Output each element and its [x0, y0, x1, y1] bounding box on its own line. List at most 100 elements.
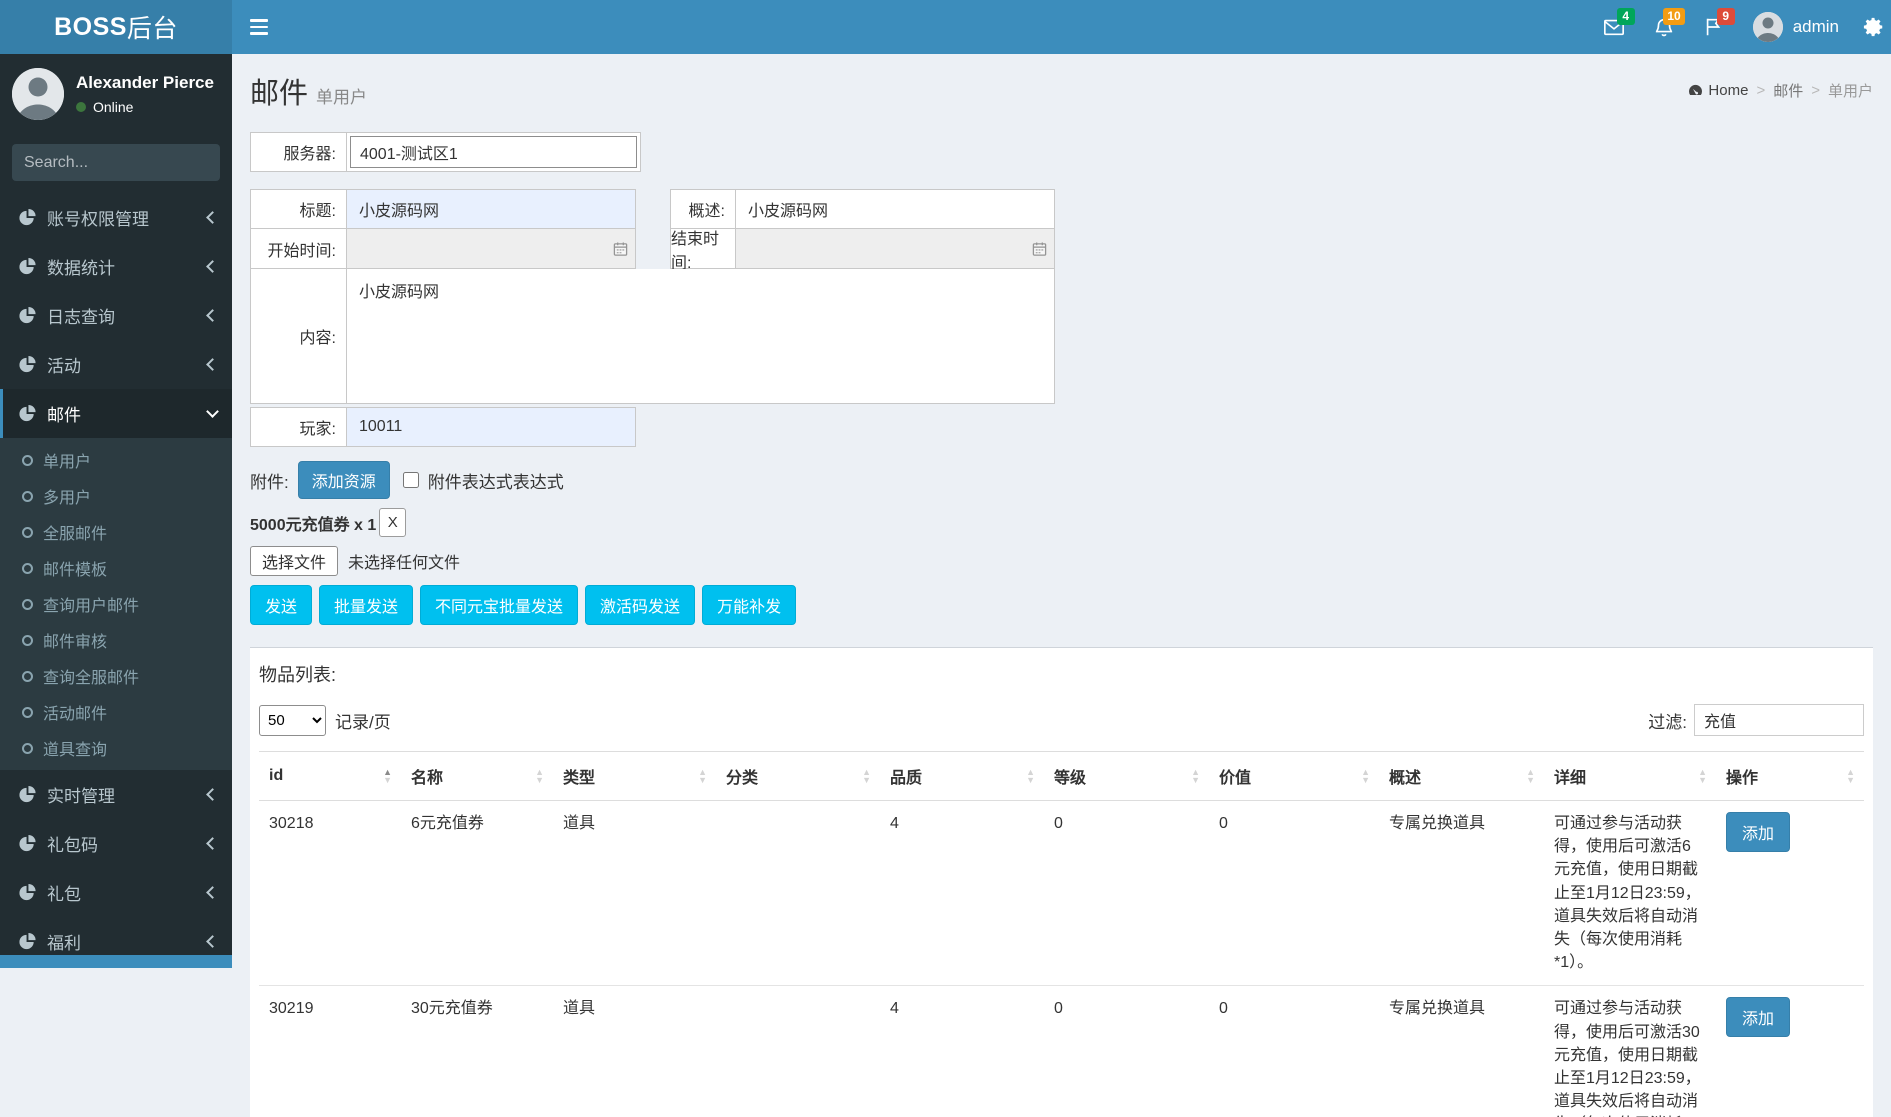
column-header-type[interactable]: 类型▲▼: [553, 752, 716, 801]
submenu-item-single-user[interactable]: 单用户: [0, 442, 232, 478]
sidebar-partial-item[interactable]: [0, 955, 232, 968]
sidebar-item-giftpack-code[interactable]: 礼包码: [0, 819, 232, 868]
page-subtitle: 单用户: [316, 88, 367, 107]
submenu-item-item-query[interactable]: 道具查询: [0, 730, 232, 766]
add-item-button[interactable]: 添加: [1726, 997, 1790, 1037]
page-size-select[interactable]: 50: [259, 705, 326, 736]
pie-chart-icon: [18, 932, 37, 951]
cell-value: 0: [1209, 986, 1379, 1117]
sidebar-item-realtime-management[interactable]: 实时管理: [0, 770, 232, 819]
sidebar-user-status[interactable]: Online: [76, 99, 214, 115]
send-button[interactable]: 发送: [250, 585, 312, 625]
messages-menu[interactable]: 4: [1589, 0, 1639, 54]
player-input[interactable]: 10011: [347, 407, 636, 447]
chevron-left-icon: [206, 788, 219, 801]
attachment-row: 附件: 添加资源 附件表达式表达式: [250, 461, 1873, 499]
cell-id: 30218: [259, 801, 401, 986]
cell-detail: 可通过参与活动获得，使用后可激活30元充值，使用日期截止至1月12日23:59，…: [1544, 986, 1716, 1117]
chevron-left-icon: [206, 358, 219, 371]
chevron-left-icon: [206, 935, 219, 948]
summary-input[interactable]: 小皮源码网: [736, 189, 1055, 229]
submenu-item-all-server-mail[interactable]: 全服邮件: [0, 514, 232, 550]
sidebar-toggle-icon[interactable]: [232, 0, 286, 54]
items-table: id▲▼ 名称▲▼ 类型▲▼ 分类▲▼ 品质▲▼ 等级▲▼ 价值▲▼ 概述▲▼ …: [259, 751, 1864, 1117]
circle-icon: [22, 671, 33, 682]
sidebar-avatar: [12, 68, 64, 120]
circle-icon: [22, 527, 33, 538]
sidebar-item-log-query[interactable]: 日志查询: [0, 291, 232, 340]
breadcrumb-home-link[interactable]: Home: [1688, 82, 1748, 99]
sidebar-item-data-statistics[interactable]: 数据统计: [0, 242, 232, 291]
attachment-chip-row: 5000元充值券 x 1 X: [250, 508, 1873, 537]
sidebar-user-panel: Alexander Pierce Online: [0, 54, 232, 134]
chevron-left-icon: [206, 886, 219, 899]
submenu-item-mail-review[interactable]: 邮件审核: [0, 622, 232, 658]
sort-icon: ▲▼: [1526, 768, 1535, 784]
remove-attachment-button[interactable]: X: [379, 508, 406, 537]
submenu-item-activity-mail[interactable]: 活动邮件: [0, 694, 232, 730]
column-header-level[interactable]: 等级▲▼: [1044, 752, 1209, 801]
activation-code-send-button[interactable]: 激活码发送: [585, 585, 695, 625]
pie-chart-icon: [18, 257, 37, 276]
column-header-detail[interactable]: 详细▲▼: [1544, 752, 1716, 801]
logo-bold-text: BOSS: [54, 13, 127, 42]
cell-value: 0: [1209, 801, 1379, 986]
add-resource-button[interactable]: 添加资源: [298, 461, 390, 499]
submenu-item-query-all-server-mail[interactable]: 查询全服邮件: [0, 658, 232, 694]
sidebar-user-name: Alexander Pierce: [76, 73, 214, 93]
sidebar-search: [12, 144, 220, 181]
add-item-button[interactable]: 添加: [1726, 812, 1790, 852]
cell-summary: 专属兑换道具: [1379, 986, 1544, 1117]
table-row: 30219 30元充值券 道具 4 0 0 专属兑换道具 可通过参与活动获得，使…: [259, 986, 1864, 1117]
user-menu[interactable]: admin: [1739, 0, 1853, 54]
pie-chart-icon: [18, 785, 37, 804]
breadcrumb-separator: >: [1756, 82, 1765, 99]
sidebar-item-activity[interactable]: 活动: [0, 340, 232, 389]
sidebar-item-giftpack[interactable]: 礼包: [0, 868, 232, 917]
messages-badge: 4: [1617, 8, 1635, 25]
column-header-action[interactable]: 操作▲▼: [1716, 752, 1864, 801]
different-ingot-batch-send-button[interactable]: 不同元宝批量发送: [420, 585, 578, 625]
mail-form: 服务器: 4001-测试区1 标题: 小皮源码网 概述: 小皮源码网 开始时间:…: [250, 132, 1873, 625]
start-time-input[interactable]: [347, 229, 636, 269]
end-time-label: 结束时间:: [670, 229, 736, 269]
sidebar-item-account-permissions[interactable]: 账号权限管理: [0, 193, 232, 242]
chevron-down-icon: [206, 405, 219, 418]
batch-send-button[interactable]: 批量发送: [319, 585, 413, 625]
mail-submenu: 单用户 多用户 全服邮件 邮件模板 查询用户邮件 邮件审核 查询全服邮件 活动邮…: [0, 438, 232, 770]
end-time-input[interactable]: [736, 229, 1055, 269]
sidebar-item-mail[interactable]: 邮件 单用户 多用户 全服邮件 邮件模板 查询用户邮件 邮件审核 查询全服邮件 …: [0, 389, 232, 770]
choose-file-button[interactable]: 选择文件: [250, 546, 338, 576]
user-avatar: [1753, 12, 1783, 42]
cell-name: 6元充值券: [401, 801, 553, 986]
app-logo[interactable]: BOSS后台: [0, 0, 232, 54]
logo-light-text: 后台: [127, 9, 178, 45]
column-header-name[interactable]: 名称▲▼: [401, 752, 553, 801]
server-label: 服务器:: [250, 132, 347, 172]
sort-icon: ▲▼: [1846, 768, 1855, 784]
settings-gear-icon[interactable]: [1853, 0, 1891, 54]
server-select[interactable]: 4001-测试区1: [350, 136, 637, 168]
breadcrumb-section-link[interactable]: 邮件: [1773, 80, 1803, 101]
title-input[interactable]: 小皮源码网: [347, 189, 636, 229]
search-input[interactable]: [12, 144, 220, 181]
submenu-item-mail-template[interactable]: 邮件模板: [0, 550, 232, 586]
column-header-id[interactable]: id▲▼: [259, 752, 401, 801]
online-status-dot: [76, 102, 86, 112]
sort-icon: ▲▼: [862, 768, 871, 784]
pie-chart-icon: [18, 306, 37, 325]
tasks-menu[interactable]: 9: [1689, 0, 1739, 54]
column-header-summary[interactable]: 概述▲▼: [1379, 752, 1544, 801]
filter-input[interactable]: [1694, 704, 1864, 736]
submenu-item-multi-user[interactable]: 多用户: [0, 478, 232, 514]
column-header-category[interactable]: 分类▲▼: [716, 752, 880, 801]
universal-resend-button[interactable]: 万能补发: [702, 585, 796, 625]
sidebar: Alexander Pierce Online 账号权限管理 数据统计 日志查询…: [0, 54, 232, 968]
attachment-expression-checkbox[interactable]: [403, 472, 419, 488]
column-header-value[interactable]: 价值▲▼: [1209, 752, 1379, 801]
content-textarea[interactable]: 小皮源码网: [347, 269, 1054, 403]
column-header-quality[interactable]: 品质▲▼: [880, 752, 1044, 801]
calendar-icon: [1032, 241, 1047, 256]
notifications-menu[interactable]: 10: [1639, 0, 1689, 54]
submenu-item-query-user-mail[interactable]: 查询用户邮件: [0, 586, 232, 622]
